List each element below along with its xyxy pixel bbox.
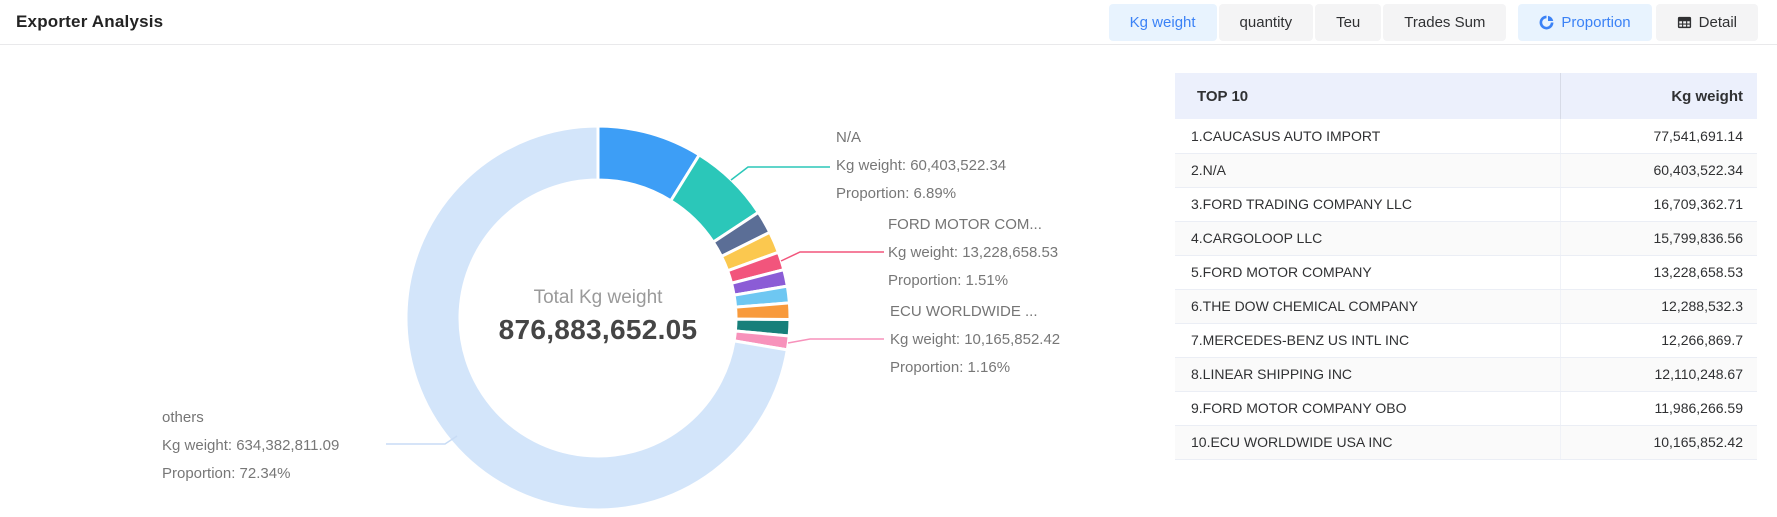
callout-proportion: Proportion: 72.34% — [162, 460, 339, 488]
donut-chart-icon — [1539, 15, 1554, 30]
exporter-name-cell: 10.ECU WORLDWIDE USA INC — [1175, 425, 1560, 459]
callout-others: others Kg weight: 634,382,811.09 Proport… — [162, 404, 339, 488]
kg-weight-cell: 60,403,522.34 — [1560, 153, 1757, 187]
kg-weight-cell: 77,541,691.14 — [1560, 119, 1757, 153]
exporter-name-cell: 6.THE DOW CHEMICAL COMPANY — [1175, 289, 1560, 323]
kg-weight-cell: 11,986,266.59 — [1560, 391, 1757, 425]
callout-proportion: Proportion: 1.16% — [890, 354, 1060, 382]
kg-weight-cell: 12,110,248.67 — [1560, 357, 1757, 391]
table-row[interactable]: 6.THE DOW CHEMICAL COMPANY12,288,532.3 — [1175, 289, 1757, 323]
callout-kg-weight: Kg weight: 10,165,852.42 — [890, 326, 1060, 354]
top10-panel: TOP 10 Kg weight 1.CAUCASUS AUTO IMPORT7… — [1175, 73, 1757, 460]
header-controls: Kg weightquantityTeuTrades Sum Proportio… — [1109, 4, 1758, 41]
exporter-name-cell: 2.N/A — [1175, 153, 1560, 187]
tab-teu[interactable]: Teu — [1315, 4, 1381, 41]
callout-ford-motor: FORD MOTOR COM... Kg weight: 13,228,658.… — [888, 211, 1058, 295]
leader-line-ford — [781, 252, 884, 261]
view-button-label: Detail — [1699, 14, 1737, 31]
view-button-detail[interactable]: Detail — [1656, 4, 1758, 41]
tab-trades-sum[interactable]: Trades Sum — [1383, 4, 1506, 41]
kg-weight-cell: 13,228,658.53 — [1560, 255, 1757, 289]
callout-name: others — [162, 404, 339, 432]
exporter-name-cell: 1.CAUCASUS AUTO IMPORT — [1175, 119, 1560, 153]
table-row[interactable]: 4.CARGOLOOP LLC15,799,836.56 — [1175, 221, 1757, 255]
view-tabs: Proportion Detail — [1506, 4, 1758, 41]
callout-proportion: Proportion: 1.51% — [888, 267, 1058, 295]
column-header-kg-weight: Kg weight — [1560, 73, 1757, 119]
table-row[interactable]: 2.N/A60,403,522.34 — [1175, 153, 1757, 187]
kg-weight-cell: 12,266,869.7 — [1560, 323, 1757, 357]
view-button-proportion[interactable]: Proportion — [1518, 4, 1651, 41]
callout-name: FORD MOTOR COM... — [888, 211, 1058, 239]
tab-quantity[interactable]: quantity — [1219, 4, 1314, 41]
view-button-label: Proportion — [1561, 14, 1630, 31]
callout-kg-weight: Kg weight: 60,403,522.34 — [836, 152, 1006, 180]
table-row[interactable]: 5.FORD MOTOR COMPANY13,228,658.53 — [1175, 255, 1757, 289]
kg-weight-cell: 10,165,852.42 — [1560, 425, 1757, 459]
kg-weight-cell: 16,709,362.71 — [1560, 187, 1757, 221]
top10-table: TOP 10 Kg weight 1.CAUCASUS AUTO IMPORT7… — [1175, 73, 1757, 460]
callout-kg-weight: Kg weight: 13,228,658.53 — [888, 239, 1058, 267]
kg-weight-cell: 15,799,836.56 — [1560, 221, 1757, 255]
table-row[interactable]: 9.FORD MOTOR COMPANY OBO11,986,266.59 — [1175, 391, 1757, 425]
leader-line-na — [731, 167, 830, 180]
exporter-name-cell: 8.LINEAR SHIPPING INC — [1175, 357, 1560, 391]
exporter-name-cell: 4.CARGOLOOP LLC — [1175, 221, 1560, 255]
callout-proportion: Proportion: 6.89% — [836, 180, 1006, 208]
table-row[interactable]: 7.MERCEDES-BENZ US INTL INC12,266,869.7 — [1175, 323, 1757, 357]
table-row[interactable]: 1.CAUCASUS AUTO IMPORT77,541,691.14 — [1175, 119, 1757, 153]
table-grid-icon — [1677, 15, 1692, 30]
table-row[interactable]: 3.FORD TRADING COMPANY LLC16,709,362.71 — [1175, 187, 1757, 221]
metric-tabs: Kg weightquantityTeuTrades Sum — [1109, 4, 1507, 41]
table-header-row: TOP 10 Kg weight — [1175, 73, 1757, 119]
callout-kg-weight: Kg weight: 634,382,811.09 — [162, 432, 339, 460]
callout-ecu-worldwide: ECU WORLDWIDE ... Kg weight: 10,165,852.… — [890, 298, 1060, 382]
callout-na: N/A Kg weight: 60,403,522.34 Proportion:… — [836, 124, 1006, 208]
exporter-name-cell: 3.FORD TRADING COMPANY LLC — [1175, 187, 1560, 221]
leader-line-ecu — [788, 339, 884, 343]
exporter-name-cell: 9.FORD MOTOR COMPANY OBO — [1175, 391, 1560, 425]
donut-segment-linear-shipping-inc[interactable] — [736, 303, 790, 320]
table-row[interactable]: 10.ECU WORLDWIDE USA INC10,165,852.42 — [1175, 425, 1757, 459]
exporter-name-cell: 7.MERCEDES-BENZ US INTL INC — [1175, 323, 1560, 357]
table-row[interactable]: 8.LINEAR SHIPPING INC12,110,248.67 — [1175, 357, 1757, 391]
callout-name: N/A — [836, 124, 1006, 152]
kg-weight-cell: 12,288,532.3 — [1560, 289, 1757, 323]
exporter-name-cell: 5.FORD MOTOR COMPANY — [1175, 255, 1560, 289]
donut-chart-panel: Total Kg weight 876,883,652.05 N/A Kg we… — [0, 45, 1060, 517]
exporter-analysis-page: Exporter Analysis Kg weightquantityTeuTr… — [0, 0, 1777, 517]
donut-segments — [406, 126, 790, 510]
table-body: 1.CAUCASUS AUTO IMPORT77,541,691.142.N/A… — [1175, 119, 1757, 459]
column-header-top10: TOP 10 — [1175, 73, 1560, 119]
tab-kg-weight[interactable]: Kg weight — [1109, 4, 1217, 41]
callout-name: ECU WORLDWIDE ... — [890, 298, 1060, 326]
